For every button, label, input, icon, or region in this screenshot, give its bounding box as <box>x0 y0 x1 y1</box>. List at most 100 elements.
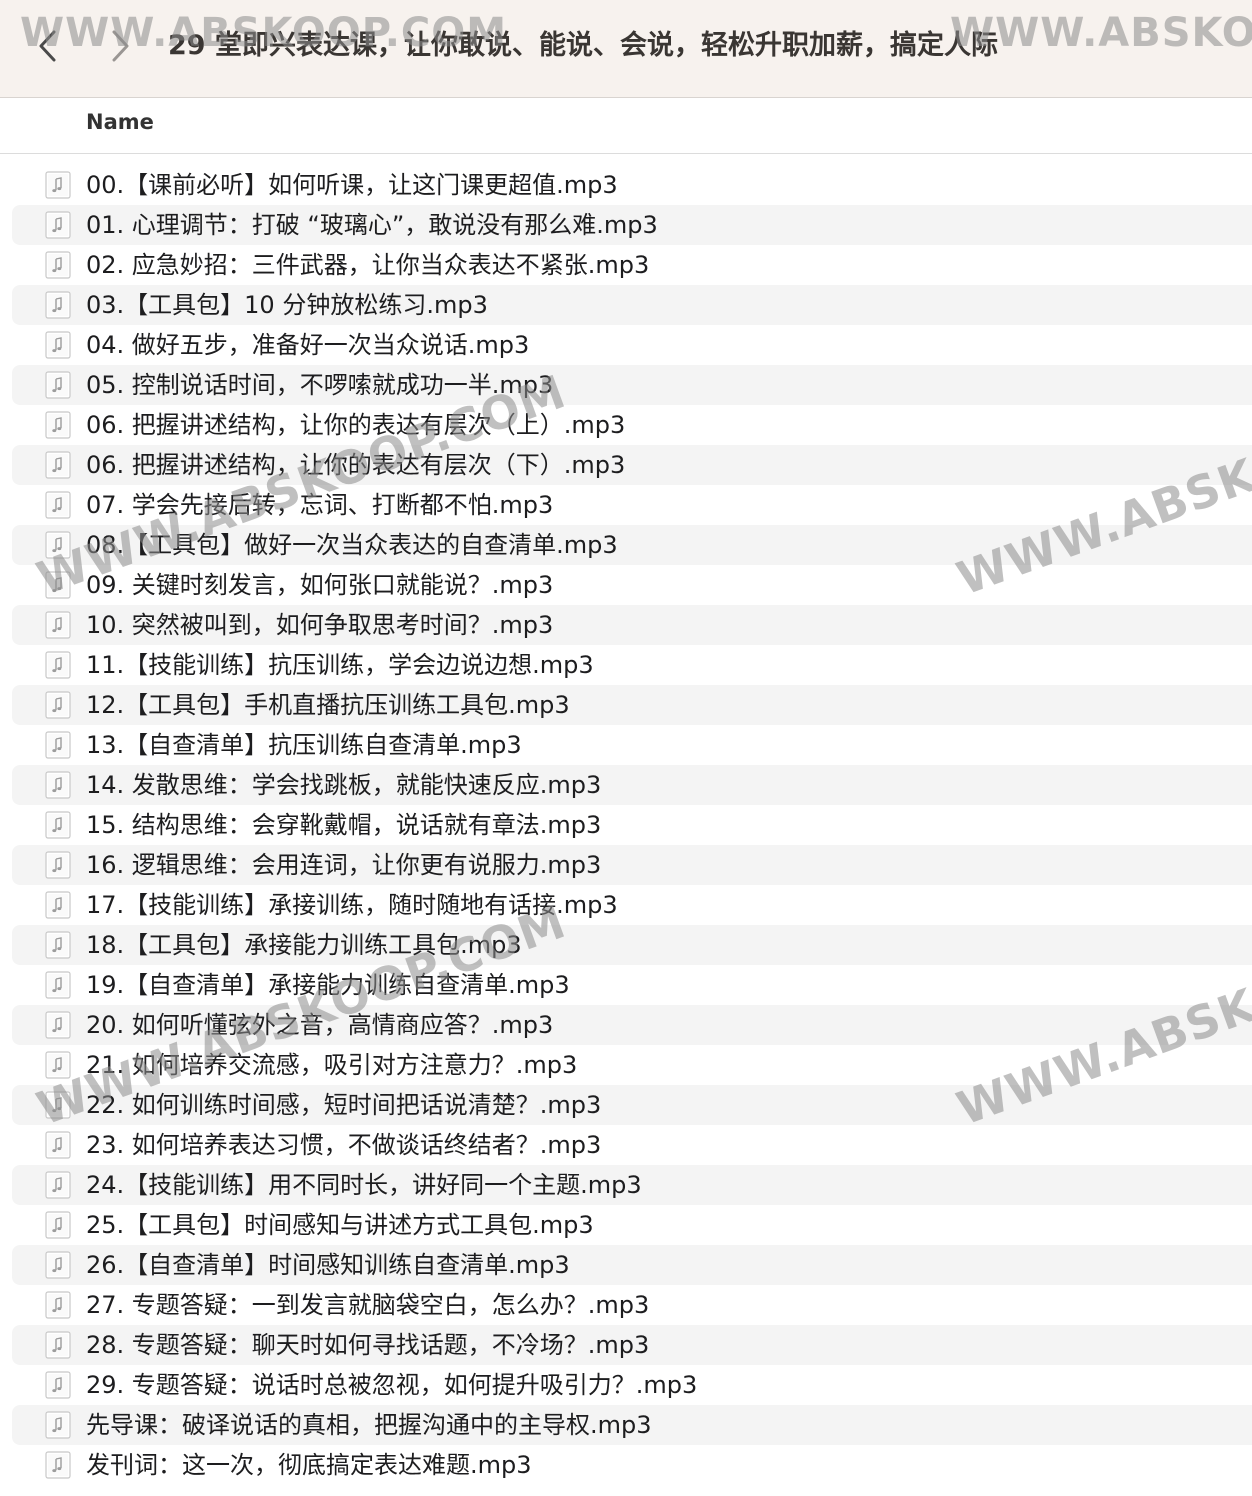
file-name: 21. 如何培养交流感，吸引对方注意力？.mp3 <box>86 1051 578 1079</box>
audio-file-icon <box>44 1331 72 1359</box>
file-name: 29. 专题答疑：说话时总被忽视，如何提升吸引力？.mp3 <box>86 1371 698 1399</box>
file-name: 01. 心理调节：打破 “玻璃心”，敢说没有那么难.mp3 <box>86 211 658 239</box>
column-header-name[interactable]: Name <box>86 110 154 134</box>
file-name: 先导课：破译说话的真相，把握沟通中的主导权.mp3 <box>86 1411 652 1439</box>
file-row[interactable]: 00.【课前必听】如何听课，让这门课更超值.mp3 <box>12 165 1252 205</box>
file-name: 24.【技能训练】用不同时长，讲好同一个主题.mp3 <box>86 1171 642 1199</box>
file-name: 09. 关键时刻发言，如何张口就能说？.mp3 <box>86 571 554 599</box>
audio-file-icon <box>44 211 72 239</box>
audio-file-icon <box>44 1211 72 1239</box>
file-name: 04. 做好五步，准备好一次当众说话.mp3 <box>86 331 530 359</box>
file-row[interactable]: 18.【工具包】承接能力训练工具包.mp3 <box>12 925 1252 965</box>
file-row[interactable]: 03.【工具包】10 分钟放松练习.mp3 <box>12 285 1252 325</box>
file-row[interactable]: 05. 控制说话时间，不啰嗦就成功一半.mp3 <box>12 365 1252 405</box>
file-name: 18.【工具包】承接能力训练工具包.mp3 <box>86 931 522 959</box>
file-row[interactable]: 24.【技能训练】用不同时长，讲好同一个主题.mp3 <box>12 1165 1252 1205</box>
audio-file-icon <box>44 651 72 679</box>
audio-file-icon <box>44 1411 72 1439</box>
file-row[interactable]: 16. 逻辑思维：会用连词，让你更有说服力.mp3 <box>12 845 1252 885</box>
file-name: 20. 如何听懂弦外之音，高情商应答？.mp3 <box>86 1011 554 1039</box>
file-row[interactable]: 17.【技能训练】承接训练，随时随地有话接.mp3 <box>12 885 1252 925</box>
audio-file-icon <box>44 971 72 999</box>
file-name: 25.【工具包】时间感知与讲述方式工具包.mp3 <box>86 1211 594 1239</box>
file-name: 10. 突然被叫到，如何争取思考时间？.mp3 <box>86 611 554 639</box>
file-row[interactable]: 13.【自查清单】抗压训练自查清单.mp3 <box>12 725 1252 765</box>
audio-file-icon <box>44 491 72 519</box>
file-name: 03.【工具包】10 分钟放松练习.mp3 <box>86 291 488 319</box>
file-name: 22. 如何训练时间感，短时间把话说清楚？.mp3 <box>86 1091 602 1119</box>
window-toolbar: 29 堂即兴表达课，让你敢说、能说、会说，轻松升职加薪，搞定人际 <box>0 0 1252 98</box>
file-row[interactable]: 15. 结构思维：会穿靴戴帽，说话就有章法.mp3 <box>12 805 1252 845</box>
audio-file-icon <box>44 1171 72 1199</box>
file-name: 06. 把握讲述结构，让你的表达有层次（下）.mp3 <box>86 451 626 479</box>
file-name: 14. 发散思维：学会找跳板，就能快速反应.mp3 <box>86 771 602 799</box>
audio-file-icon <box>44 611 72 639</box>
audio-file-icon <box>44 371 72 399</box>
file-row[interactable]: 12.【工具包】手机直播抗压训练工具包.mp3 <box>12 685 1252 725</box>
file-row[interactable]: 25.【工具包】时间感知与讲述方式工具包.mp3 <box>12 1205 1252 1245</box>
file-row[interactable]: 22. 如何训练时间感，短时间把话说清楚？.mp3 <box>12 1085 1252 1125</box>
file-row[interactable]: 11.【技能训练】抗压训练，学会边说边想.mp3 <box>12 645 1252 685</box>
file-row[interactable]: 09. 关键时刻发言，如何张口就能说？.mp3 <box>12 565 1252 605</box>
audio-file-icon <box>44 531 72 559</box>
file-row[interactable]: 04. 做好五步，准备好一次当众说话.mp3 <box>12 325 1252 365</box>
audio-file-icon <box>44 291 72 319</box>
audio-file-icon <box>44 451 72 479</box>
file-name: 27. 专题答疑：一到发言就脑袋空白，怎么办？.mp3 <box>86 1291 650 1319</box>
file-row[interactable]: 发刊词：这一次，彻底搞定表达难题.mp3 <box>12 1445 1252 1485</box>
file-row[interactable]: 01. 心理调节：打破 “玻璃心”，敢说没有那么难.mp3 <box>12 205 1252 245</box>
file-row[interactable]: 21. 如何培养交流感，吸引对方注意力？.mp3 <box>12 1045 1252 1085</box>
file-name: 02. 应急妙招：三件武器，让你当众表达不紧张.mp3 <box>86 251 650 279</box>
file-name: 19.【自查清单】承接能力训练自查清单.mp3 <box>86 971 570 999</box>
chevron-left-icon <box>39 30 56 62</box>
audio-file-icon <box>44 1011 72 1039</box>
file-row[interactable]: 08.【工具包】做好一次当众表达的自查清单.mp3 <box>12 525 1252 565</box>
file-row[interactable]: 14. 发散思维：学会找跳板，就能快速反应.mp3 <box>12 765 1252 805</box>
file-name: 发刊词：这一次，彻底搞定表达难题.mp3 <box>86 1451 532 1479</box>
audio-file-icon <box>44 1451 72 1479</box>
file-row[interactable]: 28. 专题答疑：聊天时如何寻找话题，不冷场？.mp3 <box>12 1325 1252 1365</box>
audio-file-icon <box>44 411 72 439</box>
file-row[interactable]: 26.【自查清单】时间感知训练自查清单.mp3 <box>12 1245 1252 1285</box>
file-row[interactable]: 02. 应急妙招：三件武器，让你当众表达不紧张.mp3 <box>12 245 1252 285</box>
file-name: 16. 逻辑思维：会用连词，让你更有说服力.mp3 <box>86 851 602 879</box>
audio-file-icon <box>44 1051 72 1079</box>
audio-file-icon <box>44 251 72 279</box>
file-row[interactable]: 06. 把握讲述结构，让你的表达有层次（上）.mp3 <box>12 405 1252 445</box>
back-button[interactable] <box>28 24 68 68</box>
chevron-right-icon <box>112 30 129 62</box>
forward-button[interactable] <box>100 24 140 68</box>
audio-file-icon <box>44 691 72 719</box>
audio-file-icon <box>44 331 72 359</box>
file-name: 13.【自查清单】抗压训练自查清单.mp3 <box>86 731 522 759</box>
file-list: 00.【课前必听】如何听课，让这门课更超值.mp3 01. 心理调节：打破 “玻璃… <box>0 165 1252 1485</box>
folder-title: 29 堂即兴表达课，让你敢说、能说、会说，轻松升职加薪，搞定人际 <box>168 30 998 61</box>
file-row[interactable]: 先导课：破译说话的真相，把握沟通中的主导权.mp3 <box>12 1405 1252 1445</box>
file-name: 07. 学会先接后转，忘词、打断都不怕.mp3 <box>86 491 554 519</box>
file-row[interactable]: 27. 专题答疑：一到发言就脑袋空白，怎么办？.mp3 <box>12 1285 1252 1325</box>
column-header-row: Name <box>0 98 1252 154</box>
audio-file-icon <box>44 891 72 919</box>
audio-file-icon <box>44 1131 72 1159</box>
file-name: 12.【工具包】手机直播抗压训练工具包.mp3 <box>86 691 570 719</box>
file-name: 05. 控制说话时间，不啰嗦就成功一半.mp3 <box>86 371 554 399</box>
file-name: 06. 把握讲述结构，让你的表达有层次（上）.mp3 <box>86 411 626 439</box>
audio-file-icon <box>44 1091 72 1119</box>
audio-file-icon <box>44 1251 72 1279</box>
file-row[interactable]: 10. 突然被叫到，如何争取思考时间？.mp3 <box>12 605 1252 645</box>
file-row[interactable]: 20. 如何听懂弦外之音，高情商应答？.mp3 <box>12 1005 1252 1045</box>
file-name: 26.【自查清单】时间感知训练自查清单.mp3 <box>86 1251 570 1279</box>
audio-file-icon <box>44 771 72 799</box>
file-row[interactable]: 29. 专题答疑：说话时总被忽视，如何提升吸引力？.mp3 <box>12 1365 1252 1405</box>
file-row[interactable]: 19.【自查清单】承接能力训练自查清单.mp3 <box>12 965 1252 1005</box>
audio-file-icon <box>44 851 72 879</box>
file-row[interactable]: 06. 把握讲述结构，让你的表达有层次（下）.mp3 <box>12 445 1252 485</box>
file-name: 23. 如何培养表达习惯，不做谈话终结者？.mp3 <box>86 1131 602 1159</box>
file-name: 11.【技能训练】抗压训练，学会边说边想.mp3 <box>86 651 594 679</box>
file-name: 28. 专题答疑：聊天时如何寻找话题，不冷场？.mp3 <box>86 1331 650 1359</box>
file-name: 17.【技能训练】承接训练，随时随地有话接.mp3 <box>86 891 618 919</box>
file-row[interactable]: 07. 学会先接后转，忘词、打断都不怕.mp3 <box>12 485 1252 525</box>
audio-file-icon <box>44 1371 72 1399</box>
audio-file-icon <box>44 811 72 839</box>
file-row[interactable]: 23. 如何培养表达习惯，不做谈话终结者？.mp3 <box>12 1125 1252 1165</box>
